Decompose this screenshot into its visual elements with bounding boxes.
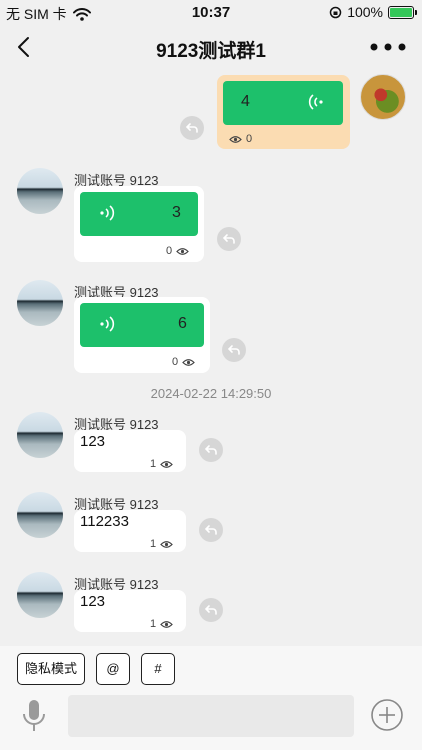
mention-button[interactable]: @ (96, 653, 130, 685)
battery-icon (388, 5, 417, 19)
reply-icon (185, 123, 198, 133)
message-text: 112233 (80, 513, 129, 530)
battery-percent: 100% (347, 4, 383, 20)
read-receipt: 0 (229, 133, 252, 145)
read-count: 1 (150, 458, 157, 470)
avatar[interactable] (17, 280, 63, 326)
message-input[interactable] (68, 695, 354, 737)
read-receipt: 1 (150, 618, 173, 630)
avatar[interactable] (17, 168, 63, 214)
reply-icon (204, 605, 217, 615)
eye-icon (182, 358, 195, 366)
microphone-icon[interactable] (20, 698, 48, 734)
reply-icon (222, 234, 235, 244)
read-count: 1 (150, 618, 157, 630)
message-bubble[interactable]: 123 1 (74, 590, 186, 632)
private-mode-button[interactable]: 隐私模式 (17, 653, 85, 685)
message-bubble[interactable]: 3 0 (74, 186, 204, 262)
reply-button[interactable] (217, 227, 241, 251)
nav-bar: 9123测试群1 (0, 24, 422, 70)
message-bubble-mine[interactable]: 4 0 (217, 75, 350, 149)
more-icon[interactable] (368, 38, 408, 56)
add-icon[interactable] (370, 698, 404, 732)
read-count: 1 (150, 538, 157, 550)
reply-icon (204, 525, 217, 535)
read-receipt: 1 (150, 458, 173, 470)
avatar[interactable] (17, 412, 63, 458)
voice-message[interactable]: 6 (80, 303, 204, 347)
reply-button[interactable] (199, 598, 223, 622)
reply-button[interactable] (180, 116, 204, 140)
input-bar (0, 690, 422, 750)
page-title: 9123测试群1 (156, 41, 266, 62)
read-count: 0 (246, 133, 253, 145)
reply-icon (204, 445, 217, 455)
voice-wave-icon (308, 94, 323, 110)
message-text: 123 (80, 593, 106, 610)
voice-message[interactable]: 4 (223, 81, 343, 125)
read-receipt: 1 (150, 538, 173, 550)
read-count: 0 (172, 356, 179, 368)
orientation-lock-icon (329, 6, 342, 18)
voice-duration: 4 (241, 93, 250, 110)
avatar[interactable] (17, 572, 63, 618)
eye-icon (160, 540, 173, 548)
reply-button[interactable] (199, 518, 223, 542)
eye-icon (160, 620, 173, 628)
read-receipt: 0 (172, 356, 195, 368)
status-bar: 无 SIM 卡 10:37 100% (0, 0, 422, 24)
eye-icon (176, 247, 189, 255)
message-bubble[interactable]: 112233 1 (74, 510, 186, 552)
read-receipt: 0 (166, 245, 189, 257)
avatar[interactable] (17, 492, 63, 538)
reply-icon (227, 345, 240, 355)
read-count: 0 (166, 245, 173, 257)
reply-button[interactable] (222, 338, 246, 362)
eye-icon (160, 460, 173, 468)
voice-message[interactable]: 3 (80, 192, 198, 236)
reply-button[interactable] (199, 438, 223, 462)
eye-icon (229, 135, 242, 143)
message-text: 123 (80, 433, 106, 450)
voice-duration: 6 (178, 315, 187, 332)
my-avatar[interactable] (360, 74, 406, 120)
message-timestamp: 2024-02-22 14:29:50 (150, 386, 272, 401)
composer-toolbar: 隐私模式 @ # (0, 646, 422, 690)
voice-wave-icon (100, 316, 115, 332)
topic-button[interactable]: # (141, 653, 175, 685)
voice-duration: 3 (172, 204, 181, 221)
message-bubble[interactable]: 123 1 (74, 430, 186, 472)
message-bubble[interactable]: 6 0 (74, 297, 210, 373)
voice-wave-icon (100, 205, 115, 221)
status-right: 100% (329, 4, 417, 20)
